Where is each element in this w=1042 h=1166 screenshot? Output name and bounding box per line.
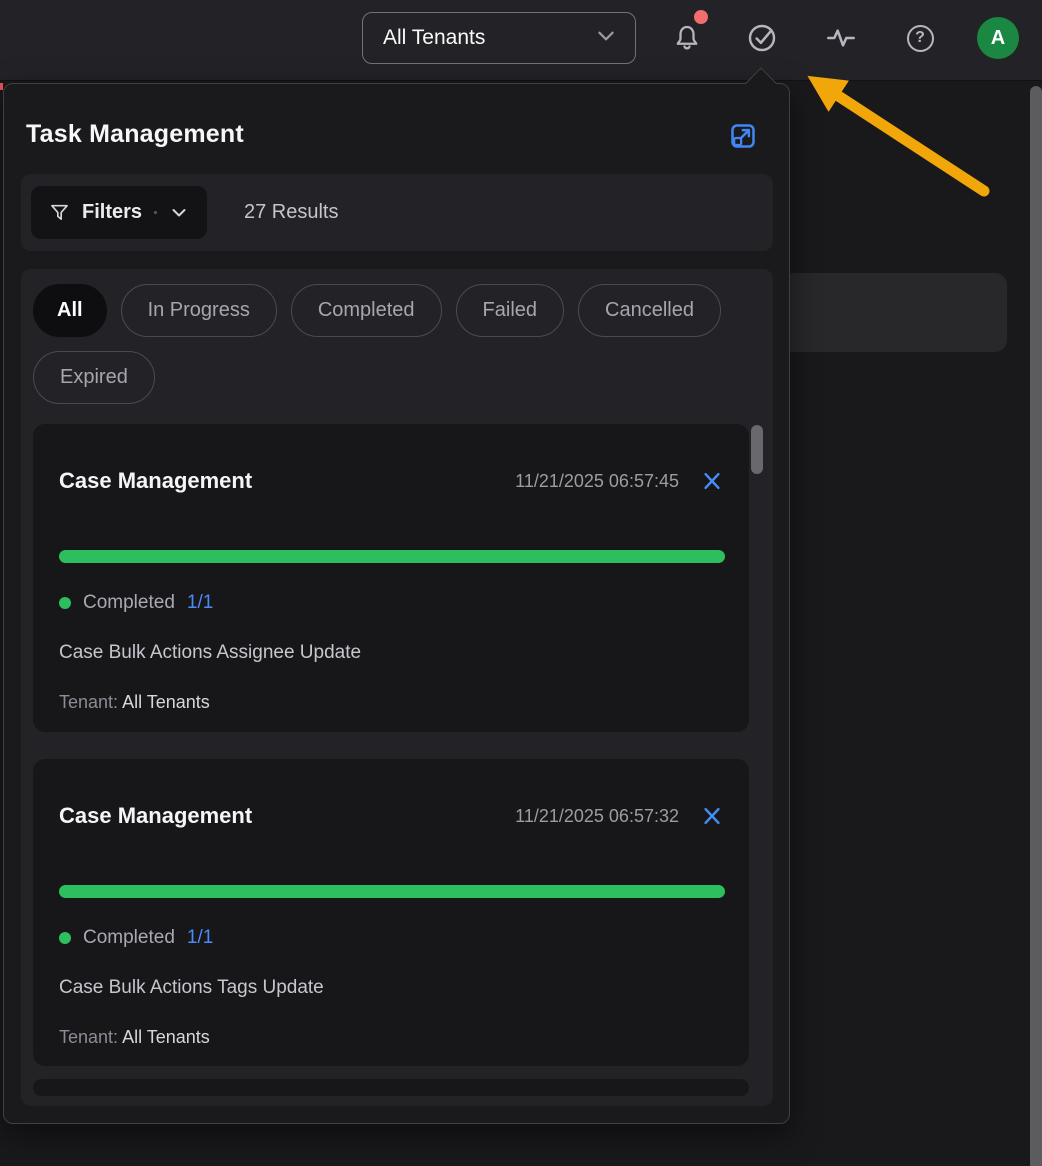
expand-panel-button[interactable] [726, 120, 760, 152]
user-avatar[interactable]: A [977, 17, 1019, 59]
status-label: Completed [83, 592, 175, 614]
task-timestamp: 11/21/2025 06:57:45 [515, 471, 679, 492]
bell-icon [672, 23, 702, 53]
dismiss-task-button[interactable] [699, 468, 725, 494]
notification-badge-dot [694, 10, 708, 24]
help-button[interactable]: ? [898, 16, 942, 60]
chip-label: In Progress [148, 299, 250, 322]
chevron-down-icon [595, 25, 617, 52]
filter-funnel-icon [49, 202, 70, 223]
expand-icon [728, 121, 758, 151]
chip-cancelled[interactable]: Cancelled [578, 284, 721, 337]
task-card: Case Management 11/21/2025 06:57:32 [33, 759, 749, 1066]
pulse-icon [825, 22, 857, 54]
tenant-label: Tenant: [59, 1027, 118, 1047]
dismiss-task-button[interactable] [699, 803, 725, 829]
close-icon [701, 470, 723, 492]
background-red-fragment [0, 83, 3, 90]
status-filter-chips: All In Progress Completed Failed Cancell… [21, 269, 773, 404]
chip-label: Failed [483, 299, 537, 322]
chip-failed[interactable]: Failed [456, 284, 564, 337]
task-card: Case Management 11/21/2025 06:57:45 [33, 424, 749, 732]
tenant-label: Tenant: [59, 692, 118, 712]
task-list-scrollbar[interactable] [751, 425, 763, 474]
progress-bar [59, 550, 725, 563]
chip-expired[interactable]: Expired [33, 351, 155, 404]
tenant-selector[interactable]: All Tenants [362, 12, 636, 64]
chip-all[interactable]: All [33, 284, 107, 337]
chip-in-progress[interactable]: In Progress [121, 284, 277, 337]
task-management-button[interactable] [740, 16, 784, 60]
notifications-button[interactable] [665, 16, 709, 60]
chip-completed[interactable]: Completed [291, 284, 442, 337]
progress-bar-fill [59, 885, 725, 898]
task-card-partial [33, 1079, 749, 1096]
tenant-value: All Tenants [122, 692, 210, 712]
task-cards: Case Management 11/21/2025 06:57:45 [21, 424, 773, 1096]
tenant-value: All Tenants [122, 1027, 210, 1047]
task-title: Case Management [59, 468, 515, 494]
filters-button[interactable]: Filters [31, 186, 207, 239]
question-mark-icon: ? [907, 25, 934, 52]
avatar-initial: A [991, 27, 1005, 50]
chevron-down-icon [169, 203, 189, 223]
status-dot [59, 932, 71, 944]
progress-bar-fill [59, 550, 725, 563]
page-title: Task Management [26, 120, 244, 149]
progress-fraction: 1/1 [187, 927, 213, 949]
status-label: Completed [83, 927, 175, 949]
top-header-bar: All Tenants ? [0, 0, 1042, 81]
question-mark-glyph: ? [915, 29, 925, 47]
status-dot [59, 597, 71, 609]
task-description: Case Bulk Actions Assignee Update [59, 642, 725, 666]
results-count: 27 Results [244, 174, 339, 251]
task-title: Case Management [59, 803, 515, 829]
chip-label: Completed [318, 299, 415, 322]
chip-label: All [57, 299, 83, 322]
progress-fraction: 1/1 [187, 592, 213, 614]
filters-toolbar: Filters 27 Results [21, 174, 773, 251]
task-timestamp: 11/21/2025 06:57:32 [515, 806, 679, 827]
chip-label: Cancelled [605, 299, 694, 322]
check-circle-icon [746, 22, 778, 54]
task-list-container: All In Progress Completed Failed Cancell… [21, 269, 773, 1106]
task-management-popover: Task Management Filters 27 Results [3, 83, 790, 1124]
page-scrollbar[interactable] [1030, 86, 1042, 1166]
filters-button-label: Filters [82, 201, 142, 224]
chip-label: Expired [60, 366, 128, 389]
app-root: All Tenants ? [0, 0, 1042, 1166]
progress-bar [59, 885, 725, 898]
tenant-selector-value: All Tenants [383, 26, 595, 50]
close-icon [701, 805, 723, 827]
activity-button[interactable] [819, 16, 863, 60]
task-description: Case Bulk Actions Tags Update [59, 977, 725, 1001]
filters-separator-dot [154, 211, 157, 214]
